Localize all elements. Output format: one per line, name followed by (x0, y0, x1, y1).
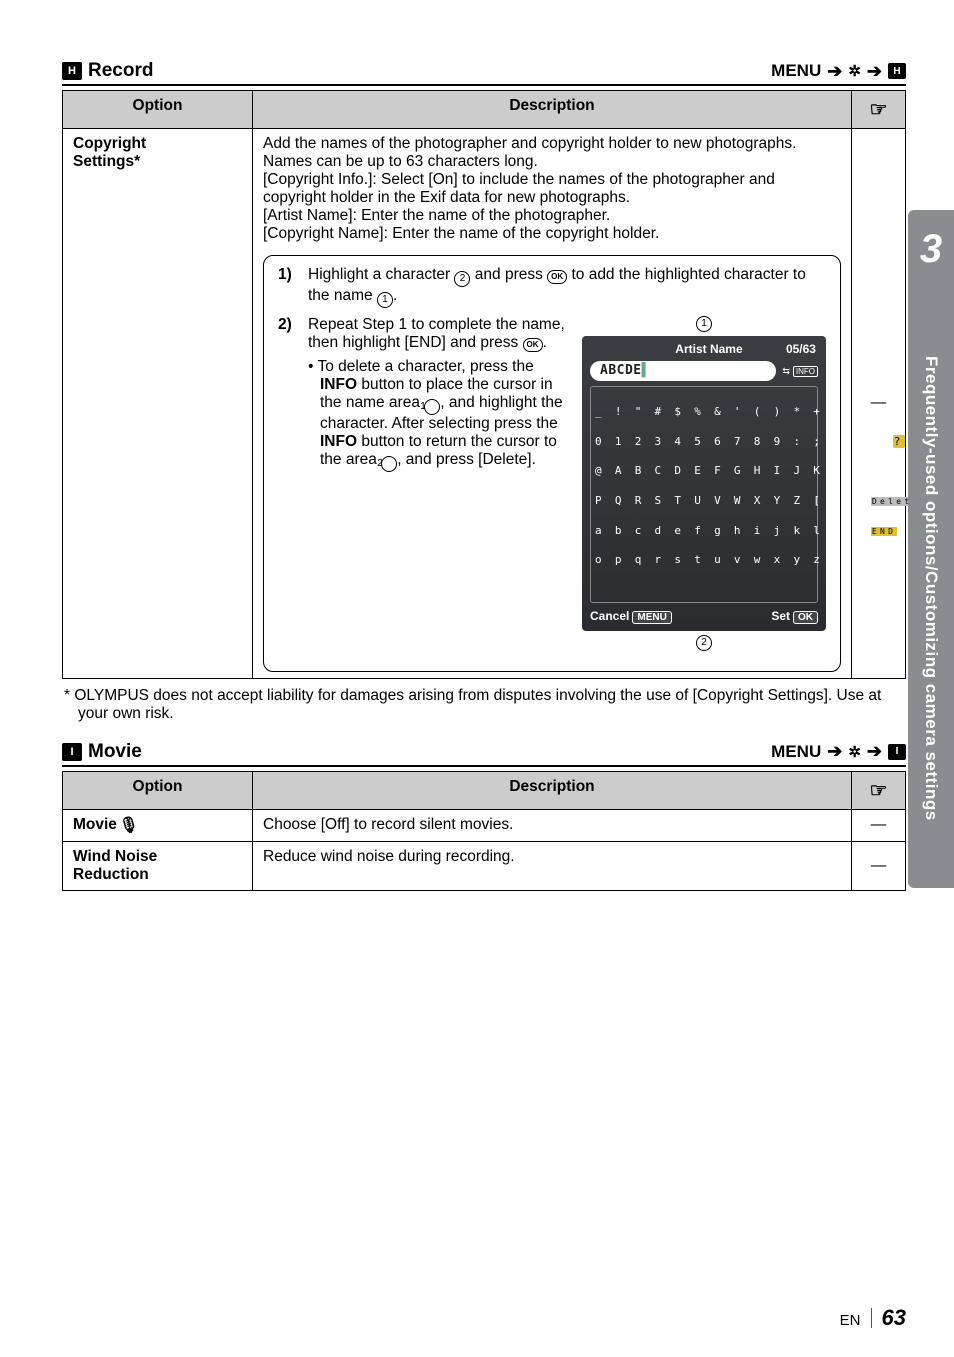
char-highlight: ? (893, 435, 905, 448)
page-footer: EN 63 (840, 1305, 906, 1331)
col-option-header: Option (63, 91, 253, 129)
bullet-text: , and press [Delete]. (397, 451, 536, 468)
step-number: 2) (278, 316, 300, 651)
ref-cell: — (852, 841, 906, 890)
hand-pointer-icon (870, 103, 888, 120)
record-options-table: Option Description Copyright Settings* A… (62, 90, 906, 679)
copyright-footnote: * OLYMPUS does not accept liability for … (62, 687, 906, 723)
arrow-right-icon: ➔ (867, 61, 882, 82)
side-tab-number: 3 (908, 210, 954, 288)
dialog-info-chip: ⇆INFO (782, 366, 818, 377)
menu-label: MENU (771, 61, 821, 81)
char-row: a b c d e f g h i j k l m n END (595, 524, 813, 539)
dialog-counter: 05/63 (786, 342, 816, 356)
table-row: Copyright Settings* Add the names of the… (63, 129, 906, 679)
step-text: . (543, 334, 547, 351)
dialog-cancel: CancelMENU (590, 609, 672, 623)
dialog-screenshot-wrap: 1 Artist Name 05/63 ABCDE▌ (582, 316, 826, 651)
option-label: Reduction (73, 866, 242, 884)
col-ref-header (852, 771, 906, 809)
step-2: 2) Repeat Step 1 to complete the name, t… (278, 316, 826, 651)
movie-section-header: I Movie MENU ➔ ✲ ➔ I (62, 741, 906, 767)
ok-button-icon: OK (523, 338, 543, 352)
dialog-title: Artist Name (675, 342, 742, 356)
menu-chip-icon: MENU (632, 611, 671, 624)
dialog-set: SetOK (771, 609, 818, 623)
table-row: Wind Noise Reduction Reduce wind noise d… (63, 841, 906, 890)
arrow-right-icon: ➔ (827, 741, 842, 762)
char-row: @ A B C D E F G H I J K L M N O (595, 464, 813, 479)
ref-cell: — (852, 129, 906, 679)
option-label: Movie (73, 816, 117, 834)
end-tag: END (871, 527, 897, 536)
movie-menu-path: MENU ➔ ✲ ➔ I (771, 741, 906, 762)
step-instruction-block: 1) Highlight a character 2 and press OK … (263, 255, 841, 672)
camera-i-icon: I (888, 744, 906, 760)
table-row: Movie 🎙 Choose [Off] to record silent mo… (63, 809, 906, 841)
col-description-header: Description (253, 771, 852, 809)
option-label: Wind Noise (73, 848, 242, 866)
arrow-right-icon: ➔ (867, 741, 882, 762)
movie-title: Movie (88, 741, 142, 763)
ok-chip-icon: OK (793, 611, 818, 624)
record-menu-path: MENU ➔ ✲ ➔ H (771, 61, 906, 82)
char-row: P Q R S T U V W X Y Z [ ] _ Delete (595, 494, 813, 509)
side-tab: 3 Frequently-used options/Customizing ca… (908, 210, 954, 888)
footer-lang: EN (840, 1312, 861, 1329)
description-cell: Reduce wind noise during recording. (253, 841, 852, 890)
step-text: and press (470, 266, 547, 283)
circled-1-icon: 1 (424, 399, 440, 415)
movie-options-table: Option Description Movie 🎙 Choose [Off] … (62, 771, 906, 891)
info-button-label: INFO (320, 376, 357, 393)
bullet-text: To delete a character, press the (317, 358, 533, 375)
record-title: Record (88, 60, 153, 82)
gear-icon: ✲ (848, 743, 861, 761)
col-description-header: Description (253, 91, 852, 129)
microphone-icon: 🎙 (119, 816, 139, 835)
step-1: 1) Highlight a character 2 and press OK … (278, 266, 826, 308)
circled-2-icon: 2 (696, 635, 712, 651)
circled-1-icon: 1 (696, 316, 712, 332)
option-label: Settings* (73, 153, 242, 171)
option-label: Copyright (73, 135, 242, 153)
circled-1-icon: 1 (377, 292, 393, 308)
description-cell: Choose [Off] to record silent movies. (253, 809, 852, 841)
char-row: _ ! " # $ % & ' ( ) * + , - . / (595, 405, 813, 420)
hand-pointer-icon (870, 784, 888, 801)
camera-h-icon: H (888, 63, 906, 79)
info-button-label: INFO (320, 433, 357, 450)
col-option-header: Option (63, 771, 253, 809)
side-tab-label: Frequently-used options/Customizing came… (908, 288, 954, 888)
page-number: 63 (882, 1305, 906, 1331)
circled-2-icon: 2 (454, 271, 470, 287)
char-row: 0 1 2 3 4 5 6 7 8 9 : ; < = > ? (595, 435, 813, 450)
camera-i-icon: I (62, 743, 82, 761)
ok-button-icon: OK (547, 270, 567, 284)
arrow-right-icon: ➔ (827, 61, 842, 82)
record-section-header: H Record MENU ➔ ✲ ➔ H (62, 60, 906, 86)
ref-cell: — (852, 809, 906, 841)
char-row: o p q r s t u v w x y z { } (595, 553, 813, 568)
dialog-char-grid: _ ! " # $ % & ' ( ) * + , - . / 0 1 2 3 … (590, 386, 818, 603)
col-ref-header (852, 91, 906, 129)
circled-2-icon: 2 (381, 456, 397, 472)
description-intro: Add the names of the photographer and co… (263, 135, 841, 243)
step-number: 1) (278, 266, 300, 308)
camera-h-icon: H (62, 62, 82, 80)
step-text: Highlight a character (308, 266, 454, 283)
step-text: . (393, 287, 397, 304)
gear-icon: ✲ (848, 62, 861, 80)
menu-label: MENU (771, 742, 821, 762)
footer-divider (871, 1308, 872, 1328)
name-entry-dialog: Artist Name 05/63 ABCDE▌ ⇆INFO _ ! " # $… (582, 336, 826, 631)
dialog-name-input: ABCDE▌ (590, 361, 776, 381)
